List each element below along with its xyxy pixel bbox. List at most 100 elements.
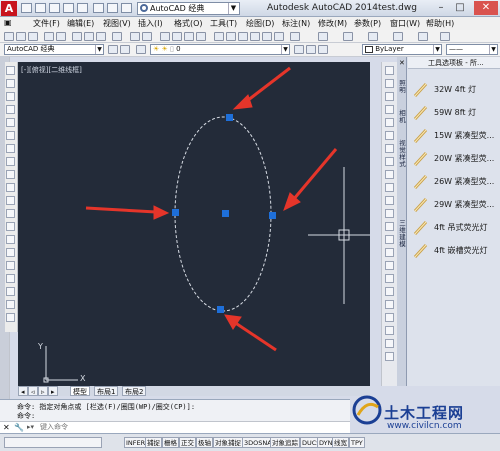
properties-panel-icon[interactable] [385, 300, 394, 309]
print-icon[interactable] [77, 3, 88, 13]
open-file-icon[interactable] [35, 3, 46, 13]
ellipse-arc-icon[interactable] [6, 196, 15, 205]
grip-center[interactable] [222, 210, 229, 217]
circle-icon[interactable] [6, 144, 15, 153]
menu-dimension[interactable]: 标注(N) [282, 18, 310, 29]
chamfer-icon[interactable] [385, 248, 394, 257]
grip-bottom[interactable] [217, 306, 224, 313]
status-osnap-button[interactable]: 对象捕捉 [213, 437, 243, 448]
new-file-icon[interactable] [21, 3, 32, 13]
point-icon[interactable] [6, 235, 15, 244]
make-block-icon[interactable] [6, 222, 15, 231]
layer-previous-icon[interactable] [306, 45, 316, 54]
tab-nav-prev[interactable]: ◃ [28, 386, 38, 396]
undo-icon[interactable] [93, 3, 104, 13]
break-icon[interactable] [385, 222, 394, 231]
cut-icon[interactable] [72, 32, 82, 41]
layer-panel-icon[interactable] [385, 313, 394, 322]
ellipse-icon[interactable] [6, 183, 15, 192]
menu-modify[interactable]: 修改(M) [318, 18, 347, 29]
command-input[interactable] [40, 422, 340, 432]
tool-palettes-icon[interactable] [238, 32, 248, 41]
rectangle-icon[interactable] [6, 118, 15, 127]
layer-state-icon[interactable] [318, 45, 328, 54]
tab-layout2[interactable]: 布局2 [122, 386, 147, 396]
menu-help[interactable]: 帮助(H) [426, 18, 454, 29]
zoom-previous-icon[interactable] [196, 32, 206, 41]
help-icon[interactable] [290, 32, 300, 41]
offset-icon[interactable] [385, 105, 394, 114]
save-icon[interactable] [28, 32, 38, 41]
plot-style-icon[interactable] [418, 32, 428, 41]
table-style-icon[interactable] [368, 32, 378, 41]
break-at-point-icon[interactable] [385, 209, 394, 218]
grip-left[interactable] [172, 209, 179, 216]
stretch-icon[interactable] [385, 170, 394, 179]
redo-icon[interactable] [107, 3, 118, 13]
redo-icon[interactable] [142, 32, 152, 41]
multiline-text-icon[interactable] [6, 300, 15, 309]
palette-item-light[interactable]: 4ft 吊式荧光灯 [412, 218, 498, 237]
linetype-combo[interactable]: ByLayer ▼ [362, 44, 442, 55]
tab-model[interactable]: 模型 [70, 386, 90, 396]
copy-object-icon[interactable] [385, 79, 394, 88]
palette-item-light[interactable]: 4ft 嵌槽荧光灯 [412, 241, 498, 260]
properties-icon[interactable] [214, 32, 224, 41]
undo-icon[interactable] [130, 32, 140, 41]
multileader-style-icon[interactable] [393, 32, 403, 41]
status-infer-button[interactable]: INFER [124, 437, 148, 448]
menu-tools[interactable]: 工具(T) [210, 18, 237, 29]
fillet-icon[interactable] [385, 261, 394, 270]
application-menu-button[interactable]: A [1, 1, 17, 16]
menu-window[interactable]: 窗口(W) [390, 18, 420, 29]
menu-file[interactable]: 文件(F) [33, 18, 60, 29]
join-icon[interactable] [385, 235, 394, 244]
maximize-button[interactable]: □ [452, 1, 468, 15]
make-current-layer-icon[interactable] [294, 45, 304, 54]
palette-tab-camera[interactable]: 相机 [398, 110, 407, 124]
menu-view[interactable]: 视图(V) [103, 18, 131, 29]
palette-item-light[interactable]: 59W 8ft 灯 [412, 103, 498, 122]
design-center-icon[interactable] [226, 32, 236, 41]
add-selected-icon[interactable] [6, 313, 15, 322]
grip-right[interactable] [269, 212, 276, 219]
tab-nav-next[interactable]: ▹ [38, 386, 48, 396]
workspace-settings-icon[interactable] [108, 45, 118, 54]
region-icon[interactable] [6, 274, 15, 283]
pan-icon[interactable] [160, 32, 170, 41]
palette-tab-3d-modeling[interactable]: 三维建模 [398, 220, 407, 248]
new-icon[interactable] [4, 32, 14, 41]
insert-block-icon[interactable] [6, 209, 15, 218]
calculator-icon[interactable] [274, 32, 284, 41]
polygon-icon[interactable] [6, 105, 15, 114]
preview-icon[interactable] [56, 32, 66, 41]
scale-icon[interactable] [385, 157, 394, 166]
text-panel-icon[interactable] [385, 339, 394, 348]
gradient-icon[interactable] [6, 261, 15, 270]
palette-tab-lighting[interactable]: 照明 [398, 80, 407, 94]
tab-nav-first[interactable]: ◂ [18, 386, 28, 396]
match-properties-icon[interactable] [112, 32, 122, 41]
status-snap-button[interactable]: 捕捉 [145, 437, 162, 448]
status-grid-button[interactable]: 栅格 [162, 437, 179, 448]
status-polar-button[interactable]: 极轴 [196, 437, 213, 448]
grip-top[interactable] [226, 114, 233, 121]
view-panel-icon[interactable] [385, 352, 394, 361]
revision-cloud-icon[interactable] [6, 157, 15, 166]
erase-icon[interactable] [385, 66, 394, 75]
palette-tab-visual-styles[interactable]: 视觉样式 [398, 140, 407, 168]
text-style-icon[interactable] [318, 32, 328, 41]
status-tpy-button[interactable]: TPY [349, 437, 365, 448]
wrench-icon[interactable]: 🔧 [14, 423, 24, 432]
palette-item-light[interactable]: 15W 紧凑型荧... [412, 126, 498, 145]
menu-app-icon[interactable]: ▣ [4, 18, 12, 27]
trim-icon[interactable] [385, 183, 394, 192]
menu-format[interactable]: 格式(O) [174, 18, 203, 29]
sheet-set-icon[interactable] [250, 32, 260, 41]
zoom-realtime-icon[interactable] [172, 32, 182, 41]
copy-icon[interactable] [84, 32, 94, 41]
explode-icon[interactable] [385, 287, 394, 296]
menu-insert[interactable]: 插入(I) [138, 18, 163, 29]
status-ortho-button[interactable]: 正交 [179, 437, 196, 448]
palette-item-light[interactable]: 20W 紧凑型荧... [412, 149, 498, 168]
